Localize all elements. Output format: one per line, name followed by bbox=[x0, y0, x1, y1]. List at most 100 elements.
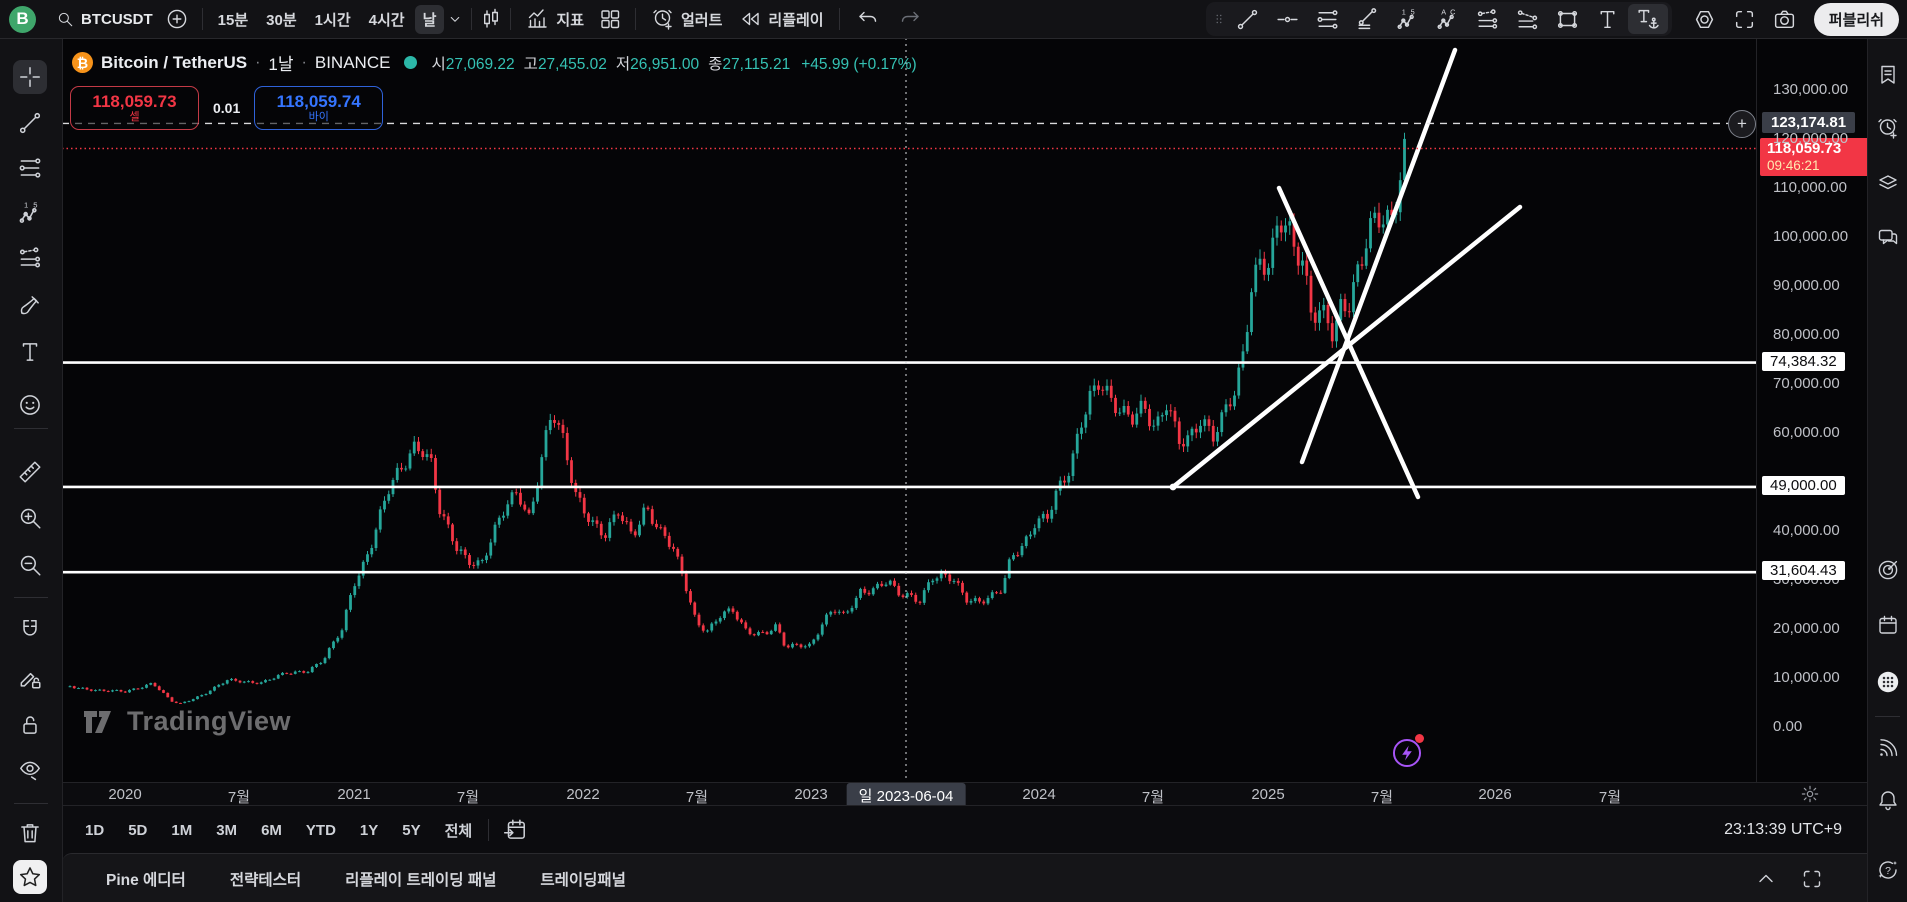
magnet-tool[interactable] bbox=[13, 613, 47, 647]
chart-type-candles-icon[interactable] bbox=[479, 7, 503, 31]
zoom-in-tool[interactable] bbox=[13, 501, 47, 535]
watchlist-panel-icon[interactable] bbox=[1874, 61, 1902, 89]
fib-retracement-tool[interactable] bbox=[1308, 4, 1348, 34]
settings-button[interactable] bbox=[1684, 4, 1724, 34]
elliott-wave-15-tool[interactable]: 15 bbox=[1388, 4, 1428, 34]
favorites-star-button[interactable] bbox=[13, 860, 47, 894]
axis-settings-gear-icon[interactable] bbox=[1800, 784, 1820, 804]
fib-retracement-tool[interactable] bbox=[13, 151, 47, 185]
symbol-add-icon[interactable] bbox=[165, 7, 189, 31]
undo-icon[interactable] bbox=[856, 7, 880, 31]
market-status-dot[interactable] bbox=[404, 56, 418, 69]
symbol-title[interactable]: Bitcoin / TetherUS bbox=[101, 53, 247, 73]
tab-1[interactable]: 전략테스터 bbox=[230, 868, 301, 890]
brush-tool[interactable] bbox=[13, 288, 47, 322]
lock-tool[interactable] bbox=[13, 708, 47, 742]
price-axis[interactable]: 118,059.73 09:46:21 0.00 10,000.00 20,000.… bbox=[1756, 38, 1874, 782]
bell-panel-icon[interactable] bbox=[1874, 786, 1902, 814]
crosshair-tool[interactable] bbox=[13, 60, 47, 94]
drawing-tools: 15AC bbox=[1228, 4, 1668, 34]
tab-group: Pine 에디터 전략테스터 리플레이 트레이딩 패널 트레이딩패널 bbox=[62, 868, 626, 890]
interval-30분[interactable]: 30분 bbox=[258, 5, 305, 34]
tradingview-logo-icon bbox=[84, 710, 111, 733]
radar-panel-icon[interactable] bbox=[1874, 556, 1902, 584]
layout-grid-icon[interactable] bbox=[598, 7, 622, 31]
indicators-button[interactable]: 지표 bbox=[518, 3, 592, 35]
account-logo[interactable]: B bbox=[9, 5, 36, 33]
ruler-tool[interactable] bbox=[13, 455, 47, 489]
ohlc-고: 고27,455.02 bbox=[523, 55, 607, 73]
buy-button[interactable]: 118,059.74 바이 bbox=[254, 86, 384, 130]
range-1M[interactable]: 1M bbox=[162, 818, 201, 843]
chat-panel-icon[interactable] bbox=[1874, 224, 1902, 252]
help-panel-icon[interactable]: ? bbox=[1874, 856, 1902, 884]
range-1D[interactable]: 1D bbox=[76, 818, 113, 843]
projection-a-tool[interactable] bbox=[13, 241, 47, 275]
emoji-tool[interactable] bbox=[13, 388, 47, 422]
range-전체[interactable]: 전체 bbox=[436, 816, 482, 845]
interval-날[interactable]: 날 bbox=[414, 4, 445, 34]
horizontal-line-tool[interactable] bbox=[1268, 4, 1308, 34]
replay-button[interactable]: 리플레이 bbox=[730, 3, 831, 35]
chart-area[interactable]: ₿ Bitcoin / TetherUS · 1날 · BINANCE 시27,… bbox=[62, 38, 1756, 782]
range-6M[interactable]: 6M bbox=[252, 818, 291, 843]
calendar-panel-icon[interactable] bbox=[1874, 611, 1902, 639]
tab-2[interactable]: 리플레이 트레이딩 패널 bbox=[345, 868, 496, 890]
replay-icon bbox=[738, 7, 762, 31]
alert-button[interactable]: 얼러트 bbox=[643, 3, 730, 35]
chevron-down-icon[interactable] bbox=[446, 10, 464, 28]
boost-lightning-icon[interactable] bbox=[1390, 734, 1424, 770]
rectangle-tool[interactable] bbox=[1548, 4, 1588, 34]
interval-group: 15분 30분 1시간 4시간 날 bbox=[210, 4, 445, 34]
panel-expand-chevron-up-icon[interactable] bbox=[1754, 867, 1778, 891]
anchored-text-tool[interactable] bbox=[1627, 4, 1668, 34]
time-label: 2026 bbox=[1478, 786, 1512, 803]
symbol-search[interactable]: BTCUSDT bbox=[50, 6, 159, 32]
apps-panel-icon[interactable] bbox=[1874, 668, 1902, 696]
drag-handle-icon[interactable] bbox=[1212, 6, 1226, 32]
trend-line-tool[interactable] bbox=[13, 106, 47, 140]
edit-lock-tool[interactable] bbox=[13, 661, 47, 695]
legend-ohlc: 시27,069.22 고27,455.02 저26,951.00 종27,115.21… bbox=[431, 52, 916, 74]
fullscreen-button[interactable] bbox=[1724, 4, 1764, 34]
layers-panel-icon[interactable] bbox=[1874, 169, 1902, 197]
divider bbox=[201, 8, 203, 30]
sell-button[interactable]: 118,059.73 셀 bbox=[70, 86, 199, 130]
go-to-date-icon[interactable] bbox=[502, 817, 528, 843]
time-label: 7월 bbox=[227, 789, 251, 806]
time-label: 7월 bbox=[456, 789, 480, 806]
range-1Y[interactable]: 1Y bbox=[351, 818, 387, 843]
trash-tool[interactable] bbox=[13, 816, 47, 850]
text-tool[interactable] bbox=[1588, 4, 1628, 34]
range-YTD[interactable]: YTD bbox=[297, 818, 345, 843]
fib-channel-tool[interactable] bbox=[1348, 4, 1388, 34]
range-5D[interactable]: 5D bbox=[119, 818, 156, 843]
range-5Y[interactable]: 5Y bbox=[393, 818, 429, 843]
signal-panel-icon[interactable] bbox=[1874, 734, 1902, 762]
elliott-wave-15-tool[interactable]: 15 bbox=[13, 196, 47, 230]
interval-4시간[interactable]: 4시간 bbox=[361, 5, 413, 34]
clock-timezone[interactable]: 23:13:39 UTC+9 bbox=[1724, 821, 1842, 839]
screenshot-button[interactable] bbox=[1764, 4, 1804, 34]
tab-3[interactable]: 트레이딩패널 bbox=[540, 868, 626, 890]
price-tick: 90,000.00 bbox=[1773, 277, 1840, 294]
chart-canvas[interactable] bbox=[62, 38, 1756, 782]
interval-15분[interactable]: 15분 bbox=[210, 5, 257, 34]
text-tool[interactable] bbox=[13, 335, 47, 369]
projection-b-tool[interactable] bbox=[1508, 4, 1548, 34]
legend-interval[interactable]: 1날 bbox=[268, 50, 293, 75]
projection-a-tool[interactable] bbox=[1468, 4, 1508, 34]
publish-button[interactable]: 퍼블리쉬 bbox=[1813, 2, 1899, 36]
time-axis[interactable]: 일 2023-06-04 2020 7월 2021 7월 2022 7월 2023 2024 7… bbox=[62, 782, 1756, 808]
trend-line-tool[interactable] bbox=[1228, 4, 1268, 34]
eye-hide-tool[interactable] bbox=[13, 753, 47, 787]
panel-maximize-icon[interactable] bbox=[1800, 867, 1824, 891]
range-3M[interactable]: 3M bbox=[207, 818, 246, 843]
alert-clock-panel-icon[interactable] bbox=[1874, 114, 1902, 142]
elliott-wave-ac-tool[interactable]: AC bbox=[1428, 4, 1468, 34]
zoom-out-tool[interactable] bbox=[13, 548, 47, 582]
tab-0[interactable]: Pine 에디터 bbox=[106, 868, 186, 890]
redo-icon[interactable] bbox=[898, 7, 922, 31]
interval-1시간[interactable]: 1시간 bbox=[307, 5, 359, 34]
ohlc-종: 종27,115.21 bbox=[708, 55, 791, 73]
